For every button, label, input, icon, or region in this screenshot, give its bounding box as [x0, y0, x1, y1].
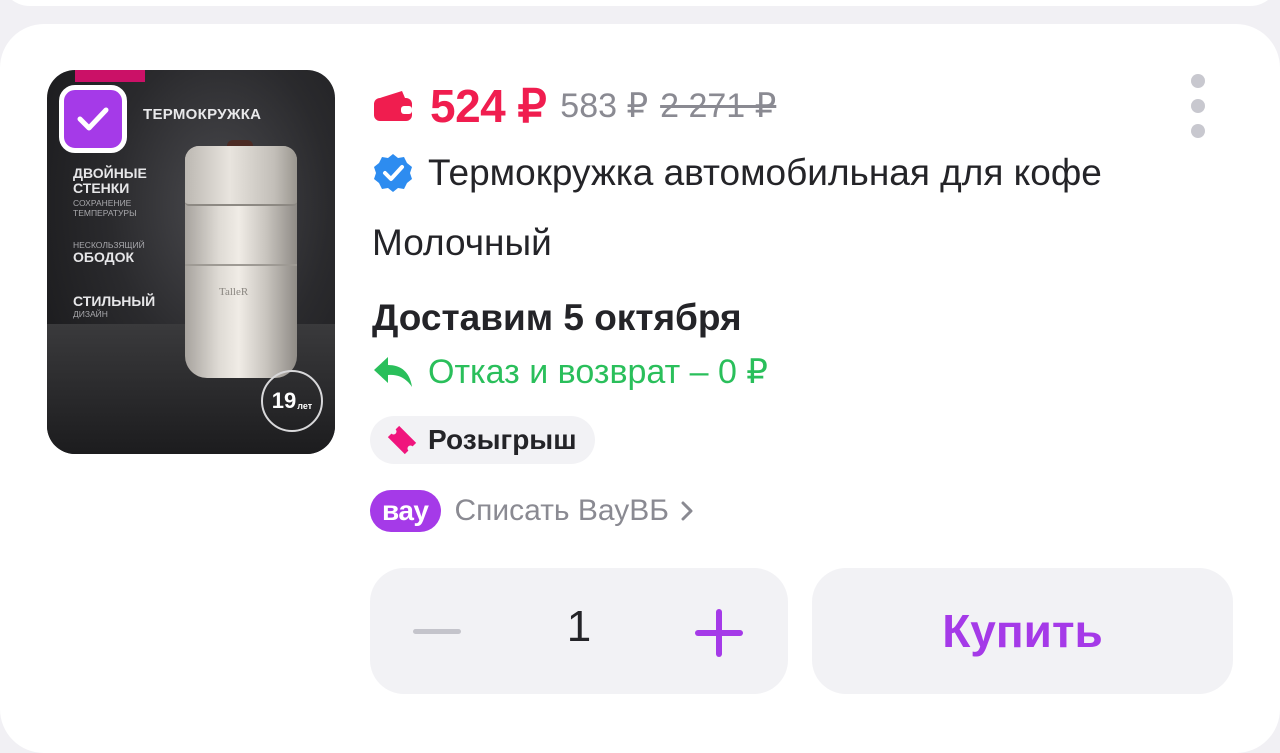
vau-bonus-link[interactable]: вау Списать ВауВБ	[370, 490, 695, 532]
return-policy[interactable]: Отказ и возврат – 0 ₽	[372, 352, 768, 392]
mug-lid	[185, 146, 297, 206]
more-vertical-icon[interactable]	[1188, 74, 1208, 140]
vau-label: Списать ВауВБ	[454, 494, 669, 527]
return-policy-text: Отказ и возврат – 0 ₽	[428, 353, 768, 391]
current-price: 524 ₽	[430, 80, 547, 132]
previous-card-edge	[0, 0, 1280, 6]
vau-badge: вау	[370, 490, 441, 532]
mug-brand-logo: TalleR	[219, 286, 249, 298]
wallet-icon	[374, 91, 412, 121]
ticket-icon	[387, 425, 417, 455]
product-title-row[interactable]: Термокружка автомобильная для кофе	[372, 152, 1102, 194]
decrease-quantity-button[interactable]	[410, 620, 464, 642]
verified-check-icon	[374, 154, 412, 192]
price-without-wallet: 583 ₽	[560, 87, 649, 125]
increase-quantity-button[interactable]	[692, 606, 746, 660]
delivery-date: Доставим 5 октября	[372, 297, 742, 338]
return-arrow-icon	[374, 357, 412, 387]
image-feature-1: ДВОЙНЫЕ СТЕНКИ СОХРАНЕНИЕ ТЕМПЕРАТУРЫ	[73, 165, 147, 219]
buy-button[interactable]: Купить	[812, 568, 1233, 694]
product-variant: Молочный	[372, 222, 552, 263]
minus-icon	[413, 629, 461, 634]
quantity-value[interactable]: 1	[540, 602, 618, 652]
years-badge: 19 лет	[261, 370, 323, 432]
mug-illustration: TalleR	[185, 140, 297, 378]
old-price: 2 271 ₽	[660, 87, 777, 125]
image-headline: ТЕРМОКРУЖКА	[143, 106, 262, 123]
select-checkbox[interactable]	[59, 85, 127, 153]
years-badge-number: 19	[271, 388, 297, 413]
raffle-label: Розыгрыш	[428, 424, 577, 455]
image-tag-strip	[75, 70, 145, 82]
mug-seam	[185, 264, 297, 266]
product-title: Термокружка автомобильная для кофе	[428, 152, 1102, 193]
image-feature-2: НЕСКОЛЬЗЯЩИЙ ОБОДОК	[73, 240, 145, 265]
quantity-stepper: 1	[370, 568, 788, 694]
price-row: 524 ₽ 583 ₽ 2 271 ₽	[372, 78, 776, 134]
raffle-badge[interactable]: Розыгрыш	[370, 416, 595, 464]
chevron-right-icon	[681, 501, 693, 521]
years-badge-unit: лет	[297, 401, 313, 411]
checkmark-icon	[77, 107, 109, 131]
image-feature-3: СТИЛЬНЫЙ ДИЗАЙН	[73, 293, 156, 320]
